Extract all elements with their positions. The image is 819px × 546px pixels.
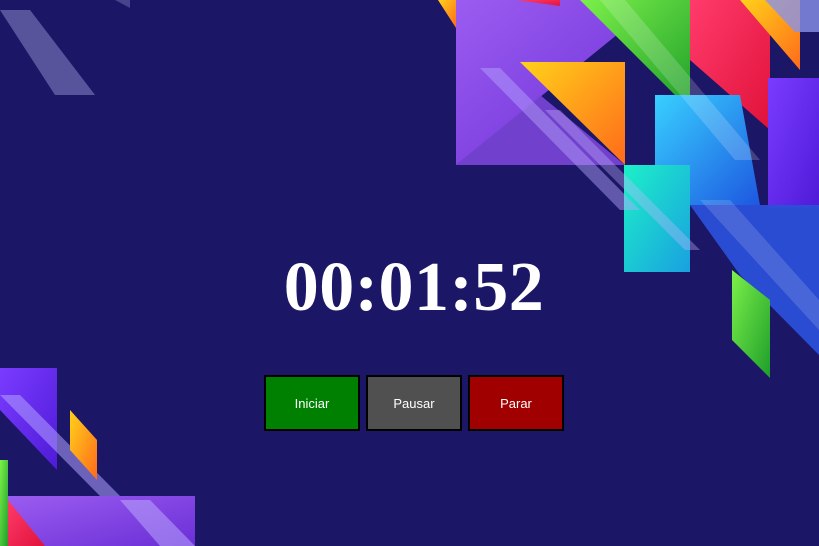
timer-app: 00:01:52 Iniciar Pausar Parar bbox=[0, 0, 819, 546]
pause-button[interactable]: Pausar bbox=[366, 375, 462, 431]
timer-display: 00:01:52 bbox=[283, 249, 545, 326]
stop-button[interactable]: Parar bbox=[468, 375, 564, 431]
start-button[interactable]: Iniciar bbox=[264, 375, 360, 431]
timer-controls: Iniciar Pausar Parar bbox=[264, 375, 564, 431]
